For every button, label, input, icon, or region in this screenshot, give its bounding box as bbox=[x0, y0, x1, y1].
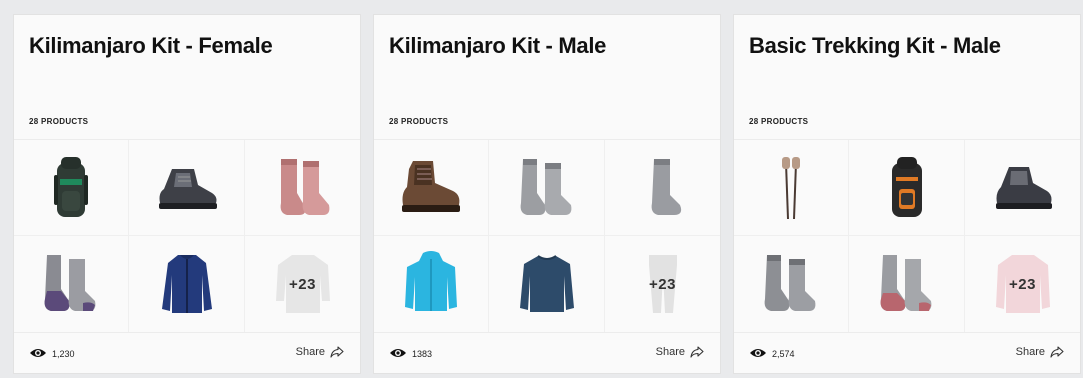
views-count: 1,230 bbox=[52, 349, 75, 359]
socks-icon bbox=[44, 255, 96, 311]
eye-icon bbox=[750, 349, 766, 357]
product-thumb-more[interactable]: +23 bbox=[965, 236, 1080, 332]
product-thumb[interactable] bbox=[245, 140, 360, 236]
hiking-shoe-icon bbox=[158, 168, 217, 209]
jacket-icon bbox=[161, 255, 212, 313]
share-arrow-icon bbox=[690, 346, 704, 358]
card-footer: 1,230 Share bbox=[14, 333, 360, 373]
product-thumb[interactable] bbox=[734, 140, 849, 236]
hiking-boot-icon bbox=[402, 160, 460, 212]
share-arrow-icon bbox=[330, 346, 344, 358]
more-products-count: +23 bbox=[649, 275, 676, 293]
long-sleeve-shirt-icon bbox=[519, 255, 574, 312]
kit-title[interactable]: Kilimanjaro Kit - Female bbox=[29, 33, 273, 59]
rain-jacket-icon bbox=[405, 251, 457, 311]
socks-icon bbox=[280, 158, 329, 215]
socks-icon bbox=[764, 255, 816, 311]
products-count: 28 PRODUCTS bbox=[29, 117, 89, 126]
socks-icon bbox=[520, 158, 571, 215]
share-button[interactable]: Share bbox=[296, 346, 344, 358]
product-thumb[interactable] bbox=[129, 140, 245, 236]
product-thumb-more[interactable]: +23 bbox=[245, 236, 360, 332]
product-thumb[interactable] bbox=[734, 236, 849, 332]
product-thumb[interactable] bbox=[374, 236, 489, 332]
hiking-shoe-icon bbox=[995, 166, 1052, 209]
card-footer: 1383 Share bbox=[374, 333, 720, 373]
socks-icon bbox=[880, 255, 931, 311]
backpack-icon bbox=[54, 156, 88, 217]
kit-cards-row: Kilimanjaro Kit - Female 28 PRODUCTS +23… bbox=[0, 0, 1083, 378]
views-count: 1383 bbox=[412, 349, 433, 359]
kit-title[interactable]: Basic Trekking Kit - Male bbox=[749, 33, 1001, 59]
product-thumb[interactable] bbox=[849, 236, 965, 332]
product-thumb[interactable] bbox=[605, 140, 720, 236]
card-footer: 2,574 Share bbox=[734, 333, 1080, 373]
views-count: 2,574 bbox=[772, 349, 795, 359]
product-grid: +23 bbox=[374, 139, 720, 333]
product-thumb[interactable] bbox=[849, 140, 965, 236]
product-thumb[interactable] bbox=[489, 236, 605, 332]
share-arrow-icon bbox=[1050, 346, 1064, 358]
product-thumb[interactable] bbox=[489, 140, 605, 236]
product-grid: +23 bbox=[14, 139, 360, 333]
more-products-count: +23 bbox=[289, 275, 316, 293]
product-thumb[interactable] bbox=[965, 140, 1080, 236]
more-products-count: +23 bbox=[1009, 275, 1036, 293]
trekking-poles-icon bbox=[782, 156, 800, 219]
share-label: Share bbox=[655, 346, 685, 358]
product-thumb[interactable] bbox=[14, 236, 129, 332]
backpack-icon bbox=[891, 156, 922, 217]
share-label: Share bbox=[295, 346, 325, 358]
product-thumb-more[interactable]: +23 bbox=[605, 236, 720, 332]
product-thumb[interactable] bbox=[14, 140, 129, 236]
kit-card[interactable]: Kilimanjaro Kit - Female 28 PRODUCTS +23… bbox=[13, 14, 361, 374]
products-count: 28 PRODUCTS bbox=[389, 117, 449, 126]
share-button[interactable]: Share bbox=[1016, 346, 1064, 358]
kit-title[interactable]: Kilimanjaro Kit - Male bbox=[389, 33, 606, 59]
kit-card[interactable]: Basic Trekking Kit - Male 28 PRODUCTS +2… bbox=[733, 14, 1081, 374]
products-count: 28 PRODUCTS bbox=[749, 117, 809, 126]
kit-card[interactable]: Kilimanjaro Kit - Male 28 PRODUCTS +23 1… bbox=[373, 14, 721, 374]
product-grid: +23 bbox=[734, 139, 1080, 333]
eye-icon bbox=[30, 349, 46, 357]
eye-icon bbox=[390, 349, 406, 357]
share-button[interactable]: Share bbox=[656, 346, 704, 358]
share-label: Share bbox=[1015, 346, 1045, 358]
product-thumb[interactable] bbox=[129, 236, 245, 332]
sock-icon bbox=[651, 158, 681, 215]
product-thumb[interactable] bbox=[374, 140, 489, 236]
